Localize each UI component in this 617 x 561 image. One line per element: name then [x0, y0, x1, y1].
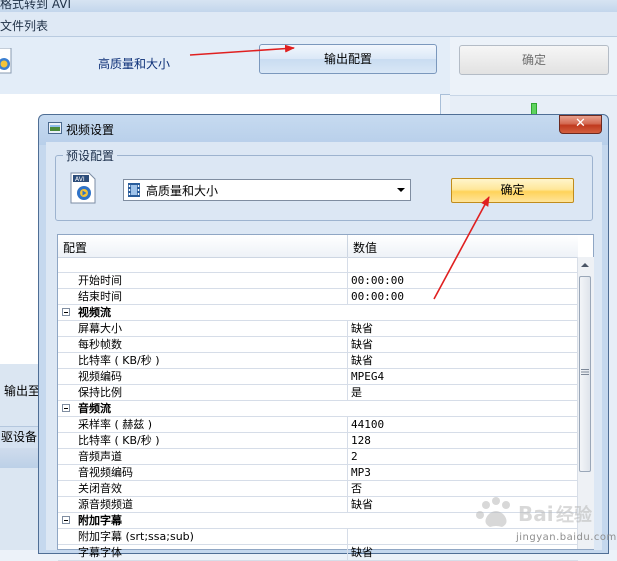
grid-row[interactable]: 比特率 ( KB/秒 ) 缺省 [58, 353, 578, 369]
grid-row[interactable]: 采样率 ( 赫兹 ) 44100 [58, 417, 578, 433]
grid-row-key: 屏幕大小 [78, 322, 122, 335]
watermark-url: jingyan.baidu.com [516, 532, 617, 543]
background-window-title: 格式转到 AVI [0, 0, 72, 11]
grid-row-key: 采样率 ( 赫兹 ) [78, 418, 153, 431]
collapse-toggle-icon[interactable] [62, 308, 70, 316]
grid-section-label: 音频流 [78, 402, 111, 415]
grid-column-divider [347, 481, 348, 497]
svg-text:AVI: AVI [75, 176, 85, 183]
grid-row[interactable]: 每秒帧数 缺省 [58, 337, 578, 353]
grid-column-divider [347, 497, 348, 513]
grid-column-divider [347, 257, 348, 273]
device-tab-label: 驱设备 [1, 430, 38, 444]
grid-column-divider [347, 417, 348, 433]
profile-quality-text: 高质量和大小 [98, 57, 171, 71]
grid-column-divider [347, 385, 348, 401]
avi-file-icon [0, 48, 12, 74]
grid-row[interactable]: 比特率 ( KB/秒 ) 128 [58, 433, 578, 449]
grid-row[interactable]: 保持比例 是 [58, 385, 578, 401]
confirm-button[interactable]: 确定 [451, 178, 574, 203]
grid-row-key: 音视频编码 [78, 466, 133, 479]
grid-column-divider [347, 353, 348, 369]
close-button[interactable]: ✕ [559, 115, 602, 134]
grid-row-value[interactable]: 是 [351, 386, 362, 400]
grid-row-value[interactable]: MPEG4 [351, 370, 384, 384]
grid-header-value: 数值 [353, 241, 378, 255]
grid-column-divider [347, 337, 348, 353]
scrollbar-grip-icon [581, 369, 589, 375]
grid-row-key: 比特率 ( KB/秒 ) [78, 354, 160, 367]
background-bottom-strip [0, 448, 40, 468]
grid-row[interactable]: 结束时间 00:00:00 [58, 289, 578, 305]
grid-row-key: 比特率 ( KB/秒 ) [78, 434, 160, 447]
grid-header [58, 235, 578, 258]
grid-row[interactable] [58, 257, 578, 273]
output-to-label: 输出至 [4, 384, 41, 398]
svg-text:经验: 经验 [556, 504, 593, 526]
grid-row[interactable]: 屏幕大小 缺省 [58, 321, 578, 337]
right-panel-divider [450, 95, 617, 96]
grid-section-row[interactable]: 视频流 [58, 305, 578, 321]
scroll-up-arrow-icon[interactable] [578, 258, 592, 273]
grid-column-divider [347, 465, 348, 481]
grid-row-key: 字幕字体 [78, 546, 122, 559]
film-strip-icon [128, 183, 140, 197]
grid-row-value[interactable]: 缺省 [351, 546, 373, 560]
avi-file-icon: AVI [70, 172, 96, 204]
grid-column-divider [347, 529, 348, 545]
grid-row-value[interactable]: 00:00:00 [351, 274, 404, 288]
grid-row-value[interactable]: 缺省 [351, 354, 373, 368]
grid-column-divider [347, 273, 348, 289]
grid-row-key: 附加字幕 (srt;ssa;sub) [78, 530, 194, 543]
grid-row[interactable]: 音频声道 2 [58, 449, 578, 465]
grid-column-divider [347, 545, 348, 561]
grid-column-divider [347, 369, 348, 385]
grid-column-divider [347, 289, 348, 305]
preset-config-label: 预设配置 [63, 147, 118, 164]
grid-row-key: 每秒帧数 [78, 338, 122, 351]
video-settings-icon [48, 122, 62, 134]
grid-column-divider [347, 321, 348, 337]
grid-header-config: 配置 [63, 241, 88, 255]
output-config-button[interactable]: 输出配置 [259, 44, 437, 74]
grid-row[interactable]: 视频编码 MPEG4 [58, 369, 578, 385]
grid-row-value[interactable]: 缺省 [351, 338, 373, 352]
file-list-header [0, 12, 617, 37]
grid-row-key: 源音频频道 [78, 498, 133, 511]
grid-header-divider [347, 235, 348, 257]
grid-row-value[interactable]: 128 [351, 434, 371, 448]
dialog-titlebar[interactable] [39, 115, 608, 142]
grid-row-value[interactable]: 44100 [351, 418, 384, 432]
grid-row[interactable]: 开始时间 00:00:00 [58, 273, 578, 289]
grid-row-key: 保持比例 [78, 386, 122, 399]
grid-row[interactable]: 音视频编码 MP3 [58, 465, 578, 481]
grid-row-value[interactable]: MP3 [351, 466, 371, 480]
grid-row-value[interactable]: 否 [351, 482, 362, 496]
background-titlebar [0, 0, 617, 12]
grid-row-value[interactable]: 00:00:00 [351, 290, 404, 304]
grid-section-label: 附加字幕 [78, 514, 122, 527]
grid-row-key: 开始时间 [78, 274, 122, 287]
svg-text:Bai: Bai [518, 502, 554, 526]
collapse-toggle-icon[interactable] [62, 404, 70, 412]
chevron-down-icon[interactable] [393, 181, 409, 199]
grid-row-value[interactable]: 缺省 [351, 498, 373, 512]
grid-section-label: 视频流 [78, 306, 111, 319]
dialog-title: 视频设置 [66, 123, 115, 137]
grid-row-key: 关闭音效 [78, 482, 122, 495]
preset-selected-value: 高质量和大小 [146, 184, 219, 198]
grid-row-key: 音频声道 [78, 450, 122, 463]
grid-row-value[interactable]: 2 [351, 450, 358, 464]
grid-column-divider [347, 449, 348, 465]
grid-column-divider [347, 433, 348, 449]
grid-row-key: 结束时间 [78, 290, 122, 303]
grid-section-row[interactable]: 音频流 [58, 401, 578, 417]
grid-row-value[interactable]: 缺省 [351, 322, 373, 336]
grid-row-key: 视频编码 [78, 370, 122, 383]
file-list-label: 文件列表 [0, 19, 49, 33]
background-confirm-button[interactable]: 确定 [459, 45, 609, 75]
collapse-toggle-icon[interactable] [62, 516, 70, 524]
